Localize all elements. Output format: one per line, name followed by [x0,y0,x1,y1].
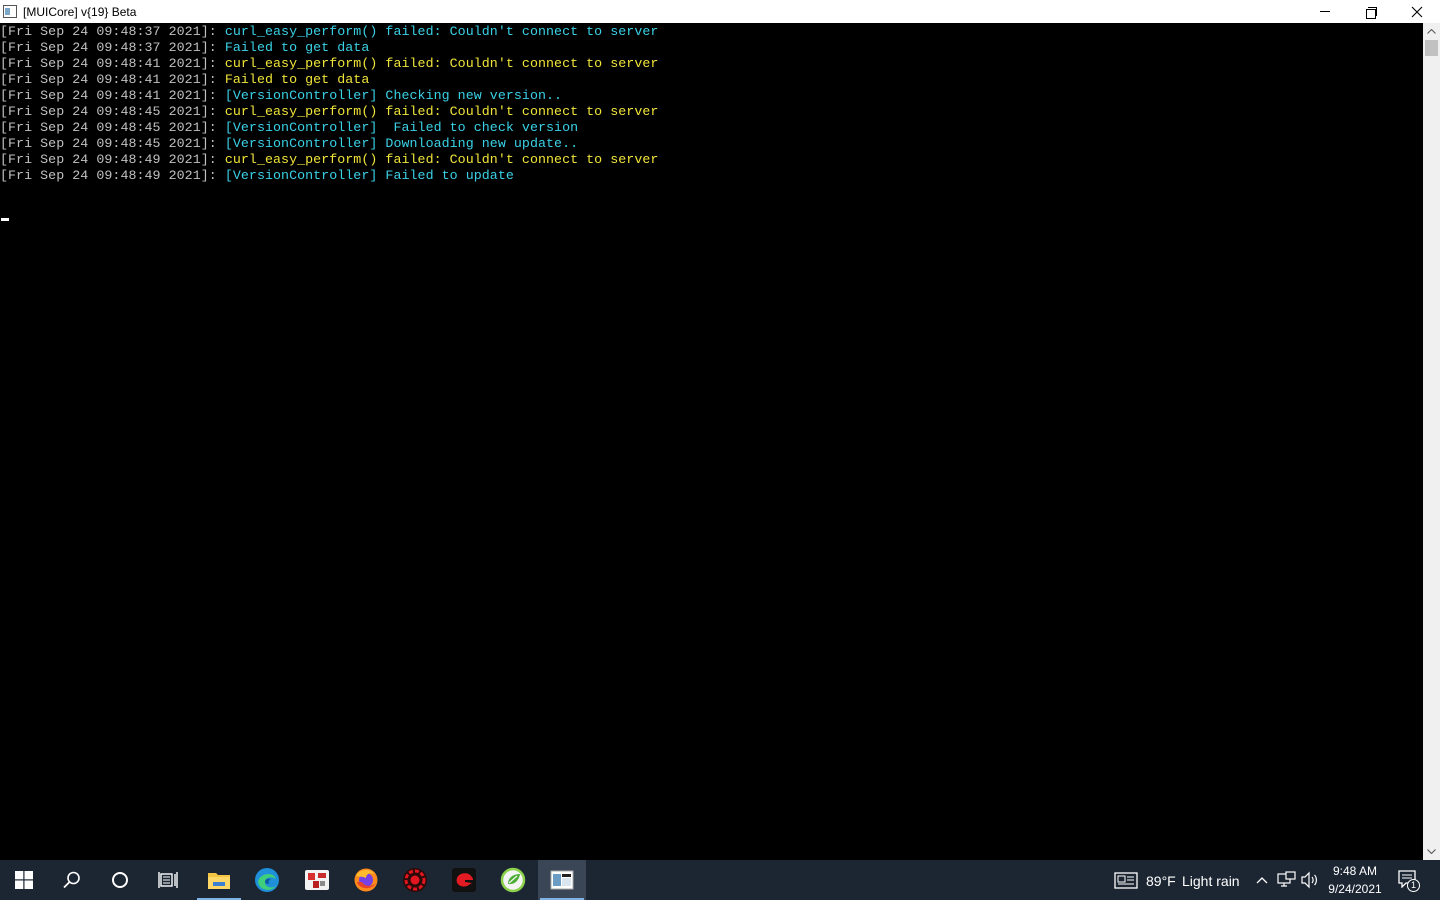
log-timestamp: [Fri Sep 24 09:48:49 2021]: [0,152,225,167]
log-timestamp: [Fri Sep 24 09:48:45 2021]: [0,136,225,151]
scroll-up-button[interactable] [1423,23,1440,40]
chevron-down-icon [1427,849,1436,854]
system-clock[interactable]: 9:48 AM 9/24/2021 [1322,862,1388,898]
scroll-down-button[interactable] [1423,843,1440,860]
start-button[interactable] [0,860,48,900]
puzzle-app-button[interactable] [293,860,341,900]
log-message: [VersionController] Checking new version… [224,88,563,103]
weather-widget[interactable]: 89°F Light rain [1110,860,1245,900]
log-timestamp: [Fri Sep 24 09:48:45 2021]: [0,104,225,119]
weather-temperature: 89°F [1146,873,1176,889]
console-line: [Fri Sep 24 09:48:45 2021]: [VersionCont… [0,120,1423,136]
chevron-up-icon [1427,29,1436,34]
console-window-button[interactable] [538,860,586,900]
windows-logo-icon [15,871,33,889]
console-output[interactable]: [Fri Sep 24 09:48:37 2021]: curl_easy_pe… [0,23,1423,860]
window-title-bar[interactable]: [MUICore] v{19} Beta [0,0,1440,23]
scroll-thumb[interactable] [1425,40,1438,56]
notification-count-badge: 1 [1407,879,1420,892]
news-weather-icon [1114,872,1138,889]
task-view-icon [158,872,178,888]
console-line: [Fri Sep 24 09:48:45 2021]: curl_easy_pe… [0,104,1423,120]
log-timestamp: [Fri Sep 24 09:48:41 2021]: [0,88,225,103]
network-icon [1277,871,1296,887]
taskbar: 89°F Light rain 9:48 AM 9/24/2021 1 [0,860,1440,900]
red-app-button[interactable] [391,860,439,900]
minimize-button[interactable] [1302,0,1348,23]
log-message: curl_easy_perform() failed: Couldn't con… [224,56,659,71]
cortana-button[interactable] [96,860,144,900]
log-message: Failed to get data [224,40,370,55]
volume-button[interactable] [1300,871,1320,889]
window-title: [MUICore] v{19} Beta [23,4,137,19]
firefox-button[interactable] [342,860,390,900]
log-message: curl_easy_perform() failed: Couldn't con… [224,104,659,119]
garena-button[interactable] [440,860,488,900]
log-timestamp: [Fri Sep 24 09:48:45 2021]: [0,120,225,135]
console-line: [Fri Sep 24 09:48:49 2021]: curl_easy_pe… [0,152,1423,168]
folder-icon [208,873,230,889]
show-hidden-icons-button[interactable] [1252,872,1272,888]
text-cursor [1,218,9,221]
green-app-button[interactable] [489,860,537,900]
minimize-icon [1320,11,1330,12]
console-line: [Fri Sep 24 09:48:41 2021]: Failed to ge… [0,72,1423,88]
console-line: [Fri Sep 24 09:48:37 2021]: Failed to ge… [0,40,1423,56]
log-timestamp: [Fri Sep 24 09:48:41 2021]: [0,72,225,87]
clock-date: 9/24/2021 [1328,882,1382,896]
console-line: [Fri Sep 24 09:48:45 2021]: [VersionCont… [0,136,1423,152]
chevron-up-icon [1256,876,1268,883]
file-explorer-button[interactable] [195,860,243,900]
console-line: [Fri Sep 24 09:48:41 2021]: [VersionCont… [0,88,1423,104]
search-button[interactable] [48,860,96,900]
clock-time: 9:48 AM [1332,864,1378,878]
cortana-circle-icon [112,872,128,888]
green-leaf-app-icon [500,867,526,893]
firefox-icon [354,868,378,892]
log-timestamp: [Fri Sep 24 09:48:37 2021]: [0,40,225,55]
garena-icon [452,868,476,892]
log-message: curl_easy_perform() failed: Couldn't con… [224,24,659,39]
close-button[interactable] [1394,0,1440,23]
log-message: Failed to get data [224,72,370,87]
log-timestamp: [Fri Sep 24 09:48:49 2021]: [0,168,225,183]
console-window-icon [550,870,574,890]
edge-button[interactable] [243,860,291,900]
vertical-scrollbar[interactable] [1423,23,1440,860]
restore-button[interactable] [1348,0,1394,23]
search-icon [63,871,80,889]
restore-icon [1366,6,1377,19]
console-line: [Fri Sep 24 09:48:41 2021]: curl_easy_pe… [0,56,1423,72]
speaker-icon [1301,871,1317,889]
log-message: [VersionController] Failed to check vers… [224,120,579,135]
console-line: [Fri Sep 24 09:48:37 2021]: curl_easy_pe… [0,24,1423,40]
console-line: [Fri Sep 24 09:48:49 2021]: [VersionCont… [0,168,1423,184]
log-message: [VersionController] Downloading new upda… [224,136,579,151]
close-icon [1411,6,1423,17]
network-button[interactable] [1277,871,1297,889]
log-timestamp: [Fri Sep 24 09:48:41 2021]: [0,56,225,71]
puzzle-app-icon [305,870,329,890]
log-timestamp: [Fri Sep 24 09:48:37 2021]: [0,24,225,39]
log-message: curl_easy_perform() failed: Couldn't con… [224,152,659,167]
red-gear-app-icon [403,868,427,892]
console-app-icon [3,5,17,18]
edge-icon [255,868,279,892]
task-view-button[interactable] [144,860,192,900]
action-center-button[interactable]: 1 [1398,870,1422,892]
weather-condition: Light rain [1182,873,1240,889]
log-message: [VersionController] Failed to update [224,168,514,183]
